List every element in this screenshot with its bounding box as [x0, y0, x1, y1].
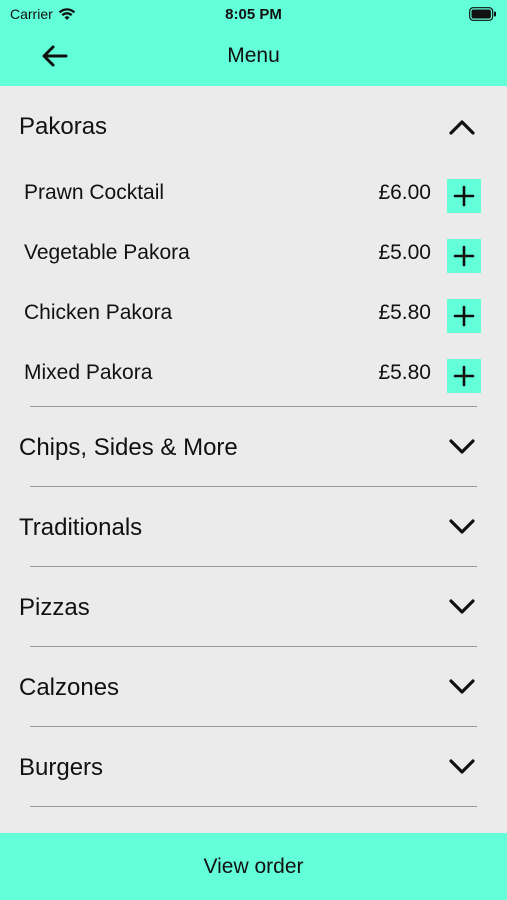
menu-item: Chicken Pakora £5.80 [0, 286, 507, 346]
view-order-button[interactable]: View order [0, 833, 507, 900]
divider [30, 806, 477, 807]
nav-bar: Menu [0, 28, 507, 86]
plus-icon [453, 245, 475, 267]
item-name: Chicken Pakora [24, 301, 173, 324]
menu-item: Prawn Cocktail £6.00 [0, 166, 507, 226]
status-bar: Carrier 8:05 PM [0, 0, 507, 28]
item-name: Mixed Pakora [24, 361, 153, 384]
category-header[interactable]: Calzones [0, 647, 507, 727]
battery-icon [469, 7, 496, 21]
add-item-button[interactable] [447, 359, 481, 393]
category-title: Burgers [19, 754, 104, 781]
status-time: 8:05 PM [225, 6, 282, 23]
category-title: Traditionals [19, 514, 143, 541]
category-title: Pizzas [19, 594, 90, 621]
menu-item: Vegetable Pakora £5.00 [0, 226, 507, 286]
menu-item: Mixed Pakora £5.80 [0, 346, 507, 406]
chevron-down-icon [449, 519, 475, 534]
item-price: £6.00 [378, 181, 431, 204]
chevron-down-icon [449, 439, 475, 454]
item-price: £5.80 [378, 301, 431, 324]
plus-icon [453, 365, 475, 387]
chevron-down-icon [449, 599, 475, 614]
plus-icon [453, 185, 475, 207]
category-items: Prawn Cocktail £6.00 Vegetable Pakora £5… [0, 166, 507, 406]
chevron-up-icon [449, 120, 475, 135]
page-title: Menu [227, 44, 280, 67]
item-name: Prawn Cocktail [24, 181, 165, 204]
category-title: Chips, Sides & More [19, 434, 238, 461]
category-title: Pakoras [19, 113, 108, 140]
view-order-label: View order [203, 854, 304, 878]
add-item-button[interactable] [447, 299, 481, 333]
menu-list: Pakoras Prawn Cocktail £6.00 Vegetable P… [0, 86, 507, 833]
chevron-down-icon [449, 759, 475, 774]
item-price: £5.80 [378, 361, 431, 384]
category-header[interactable]: Pizzas [0, 567, 507, 647]
category-header[interactable]: Chips, Sides & More [0, 407, 507, 487]
item-name: Vegetable Pakora [24, 241, 190, 264]
item-price: £5.00 [378, 241, 431, 264]
category-title: Calzones [19, 674, 120, 701]
add-item-button[interactable] [447, 239, 481, 273]
chevron-down-icon [449, 679, 475, 694]
plus-icon [453, 305, 475, 327]
category-header[interactable]: Burgers [0, 727, 507, 807]
header-bar: Carrier 8:05 PM Menu [0, 0, 507, 86]
category-header[interactable]: Traditionals [0, 487, 507, 567]
add-item-button[interactable] [447, 179, 481, 213]
category-header-pakoras[interactable]: Pakoras [0, 86, 507, 166]
